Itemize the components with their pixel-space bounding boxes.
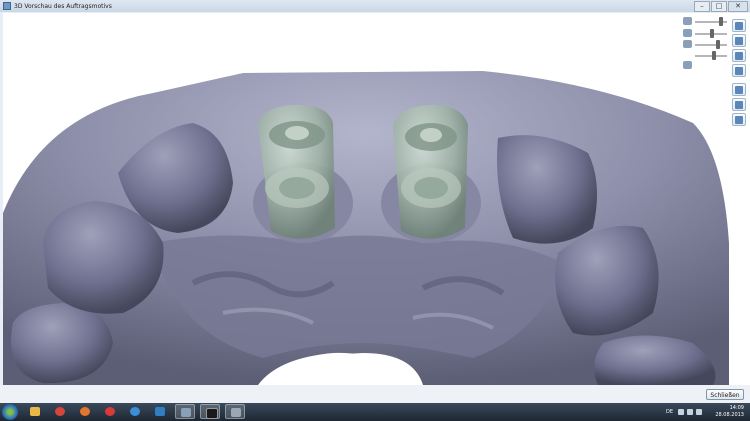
slider-thumb[interactable] <box>710 29 715 38</box>
chrome-icon <box>55 407 65 416</box>
close-button[interactable]: Schließen <box>706 389 744 400</box>
tray-arrow-icon[interactable] <box>678 409 684 415</box>
start-orb-icon[interactable] <box>2 404 18 420</box>
clock-time: 14:09 <box>729 405 744 411</box>
model-slider[interactable] <box>683 61 731 71</box>
dental-model-render <box>3 71 729 385</box>
network-icon[interactable] <box>687 409 693 415</box>
slider-thumb[interactable] <box>718 17 723 26</box>
volume-icon[interactable] <box>696 409 702 415</box>
slider-thumb[interactable] <box>711 51 716 60</box>
sync-icon <box>105 407 115 416</box>
taskbar-item-dental-app[interactable] <box>175 404 195 419</box>
layer-slider[interactable] <box>683 29 731 39</box>
taskbar-item-console[interactable] <box>200 404 220 419</box>
view-top-icon <box>735 52 743 60</box>
taskbar-item-explorer[interactable] <box>25 404 45 419</box>
view-right-icon <box>735 101 743 109</box>
console-icon <box>206 408 218 419</box>
layer-icon <box>683 29 692 37</box>
view-left-button[interactable] <box>732 83 746 96</box>
windows-explorer-icon <box>30 407 40 416</box>
preview-window: 3D Vorschau des Auftragsmotivs – □ ✕ Sch… <box>0 0 750 403</box>
title-bar[interactable]: 3D Vorschau des Auftragsmotivs – □ ✕ <box>0 0 750 12</box>
dental-app-icon <box>181 408 191 417</box>
dialog-footer <box>0 385 750 403</box>
view-front-button[interactable] <box>732 19 746 32</box>
viewer-icon <box>231 408 241 417</box>
view-front-icon <box>735 22 743 30</box>
close-window-button[interactable]: ✕ <box>728 1 748 12</box>
clock-date: 28.08.2013 <box>715 412 744 418</box>
firefox-icon <box>80 407 90 416</box>
internet-explorer-icon <box>130 407 140 416</box>
taskbar-item-viewer[interactable] <box>225 404 245 419</box>
opacity-icon <box>683 17 692 25</box>
tooth-right-canine <box>497 135 597 244</box>
taskbar-item-chrome[interactable] <box>50 404 70 419</box>
model-icon <box>683 61 692 69</box>
taskbar-item-firefox[interactable] <box>75 404 95 419</box>
material-icon <box>683 40 692 48</box>
view-bottom-button[interactable] <box>732 64 746 77</box>
window-title: 3D Vorschau des Auftragsmotivs <box>14 2 112 10</box>
app-icon <box>3 2 11 10</box>
windows-taskbar: DE 14:09 28.08.2013 <box>0 403 750 421</box>
view-top-button[interactable] <box>732 49 746 62</box>
view-iso-icon <box>735 116 743 124</box>
taskbar-item-teamviewer[interactable] <box>150 404 170 419</box>
view-right-button[interactable] <box>732 98 746 111</box>
view-iso-button[interactable] <box>732 113 746 126</box>
taskbar-item-ie[interactable] <box>125 404 145 419</box>
minimize-button[interactable]: – <box>694 1 710 12</box>
opacity-slider[interactable] <box>683 17 731 27</box>
view-back-icon <box>735 37 743 45</box>
view-left-icon <box>735 86 743 94</box>
3d-viewport[interactable] <box>3 13 729 385</box>
taskbar-item-sync[interactable] <box>100 404 120 419</box>
view-bottom-icon <box>735 67 743 75</box>
view-back-button[interactable] <box>732 34 746 47</box>
material-slider[interactable] <box>683 40 731 50</box>
view-toolbar <box>729 13 750 385</box>
teamviewer-icon <box>155 407 165 416</box>
clock[interactable]: 14:09 28.08.2013 <box>715 405 744 419</box>
maximize-button[interactable]: □ <box>711 1 727 12</box>
zoom-slider[interactable] <box>683 51 731 61</box>
slider-thumb[interactable] <box>716 40 720 49</box>
language-indicator[interactable]: DE <box>666 409 673 415</box>
